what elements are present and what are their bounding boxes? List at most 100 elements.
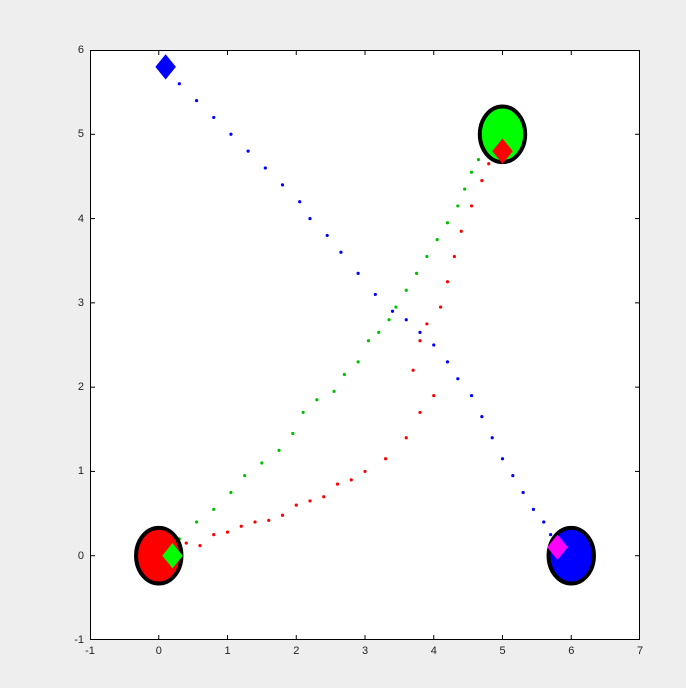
green-path-dot xyxy=(377,331,380,334)
blue-path-dot xyxy=(446,360,449,363)
blue-path-dot xyxy=(432,343,435,346)
green-path-dot xyxy=(456,204,459,207)
red-path-dot xyxy=(212,533,215,536)
red-path-dot xyxy=(240,525,243,528)
blue-path-dot xyxy=(501,457,504,460)
red-path-dot xyxy=(412,369,415,372)
y-tick-label: -1 xyxy=(74,634,84,646)
x-tick-label: 7 xyxy=(637,645,643,657)
plot-canvas xyxy=(90,50,640,640)
blue-path-dot xyxy=(405,318,408,321)
green-path-dot xyxy=(405,289,408,292)
red-path-dot xyxy=(185,541,188,544)
blue-path-dot xyxy=(212,116,215,119)
red-path-dot xyxy=(308,499,311,502)
blue-path-dot xyxy=(178,82,181,85)
blue-path-dot xyxy=(281,183,284,186)
green-path-dot xyxy=(394,305,397,308)
green-path-dot xyxy=(477,158,480,161)
green-path-dot xyxy=(302,411,305,414)
red-path-dot xyxy=(418,411,421,414)
red-path-dot xyxy=(418,339,421,342)
blue-path-dot xyxy=(264,166,267,169)
green-path-dot xyxy=(277,449,280,452)
x-tick-label: 6 xyxy=(568,645,574,657)
red-path-dot xyxy=(363,470,366,473)
red-path-dot xyxy=(446,280,449,283)
blue-path-dot xyxy=(511,474,514,477)
axes xyxy=(90,50,640,640)
green-path-dot xyxy=(243,474,246,477)
blue-path-dot xyxy=(549,533,552,536)
blue-path-dot xyxy=(522,491,525,494)
blue-path-dot xyxy=(542,520,545,523)
red-path-dot xyxy=(226,531,229,534)
green-path-dot xyxy=(212,508,215,511)
green-path-dot xyxy=(260,461,263,464)
y-tick-label: 2 xyxy=(78,381,84,393)
red-path-dot xyxy=(439,305,442,308)
green-path-dot xyxy=(425,255,428,258)
y-tick-label: 1 xyxy=(78,465,84,477)
blue-path-dot xyxy=(470,394,473,397)
red-path-dot xyxy=(405,436,408,439)
blue-path-dot xyxy=(480,415,483,418)
x-tick-label: 3 xyxy=(362,645,368,657)
red-path-dot xyxy=(384,457,387,460)
blue-path-dot xyxy=(491,436,494,439)
red-path-dot xyxy=(480,179,483,182)
green-path-dot xyxy=(315,398,318,401)
green-path-dot xyxy=(463,187,466,190)
red-path-dot xyxy=(453,255,456,258)
blue-path-dot xyxy=(456,377,459,380)
x-tick-label: 2 xyxy=(293,645,299,657)
blue-path-dot xyxy=(326,234,329,237)
green-path-dot xyxy=(470,171,473,174)
red-path-dot xyxy=(432,394,435,397)
red-path-dot xyxy=(322,495,325,498)
red-path-dot xyxy=(281,514,284,517)
blue-path-dot xyxy=(418,331,421,334)
red-path-dot xyxy=(350,478,353,481)
red-path-dot xyxy=(267,519,270,522)
red-path-dot xyxy=(253,520,256,523)
y-tick-label: 3 xyxy=(78,297,84,309)
y-tick-label: 6 xyxy=(78,44,84,56)
blue-path-dot xyxy=(374,293,377,296)
blue-path-dot xyxy=(308,217,311,220)
x-tick-label: 4 xyxy=(431,645,437,657)
y-tick-label: 0 xyxy=(78,550,84,562)
x-tick-label: -1 xyxy=(85,645,95,657)
green-path-dot xyxy=(387,318,390,321)
green-path-dot xyxy=(343,373,346,376)
y-tick-label: 4 xyxy=(78,213,84,225)
x-tick-label: 0 xyxy=(156,645,162,657)
blue-path-dot xyxy=(229,133,232,136)
red-path-dot xyxy=(295,504,298,507)
top-left-diamond xyxy=(156,55,175,79)
y-tick-label: 5 xyxy=(78,128,84,140)
figure: -1 0 1 2 3 4 5 6 7 -1 0 1 2 3 4 5 6 xyxy=(0,0,686,688)
x-tick-label: 5 xyxy=(499,645,505,657)
red-path-dot xyxy=(425,322,428,325)
red-path-dot xyxy=(198,544,201,547)
green-path-dot xyxy=(291,432,294,435)
red-path-dot xyxy=(487,162,490,165)
green-path-dot xyxy=(436,238,439,241)
green-path-dot xyxy=(357,360,360,363)
blue-path-dot xyxy=(298,200,301,203)
red-path-dot xyxy=(470,204,473,207)
green-path-dot xyxy=(446,221,449,224)
green-path-dot xyxy=(332,390,335,393)
blue-path-dot xyxy=(195,99,198,102)
green-path-dot xyxy=(195,520,198,523)
green-path-dot xyxy=(229,491,232,494)
blue-path-dot xyxy=(391,310,394,313)
blue-path-dot xyxy=(247,150,250,153)
x-tick-label: 1 xyxy=(224,645,230,657)
blue-path-dot xyxy=(532,508,535,511)
red-path-dot xyxy=(336,482,339,485)
blue-path-dot xyxy=(339,251,342,254)
green-path-dot xyxy=(367,339,370,342)
green-path-dot xyxy=(415,272,418,275)
